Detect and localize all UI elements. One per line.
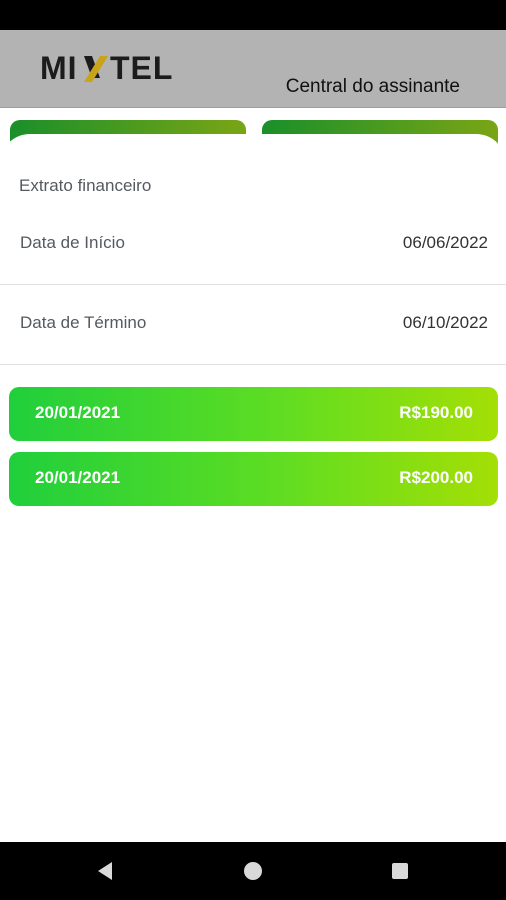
start-date-label: Data de Início [20,233,125,252]
status-bar [0,0,506,30]
svg-text:MI: MI [40,50,78,86]
transaction-card[interactable]: 20/01/2021 R$190.00 [9,387,498,441]
system-nav-bar [0,842,506,900]
home-circle-icon[interactable] [241,859,265,883]
transaction-card[interactable]: 20/01/2021 R$200.00 [9,452,498,506]
mixtel-logo: MI TEL [40,48,182,88]
sheet-title: Extrato financeiro [19,176,152,195]
recents-square-icon[interactable] [388,859,412,883]
end-date-label: Data de Término [20,313,147,332]
end-date-field[interactable]: Data de Término 06/10/2022 [0,285,506,365]
mixtel-logo-mark: MI TEL [40,50,173,86]
back-triangle-icon[interactable] [94,859,118,883]
transaction-amount: R$200.00 [399,468,473,487]
header-title: Central do assinante [285,76,460,97]
financial-statement-sheet: Extrato financeiro Data de Início 06/06/… [0,134,506,842]
start-date-value[interactable]: 06/06/2022 [403,233,488,253]
end-date-value[interactable]: 06/10/2022 [403,313,488,333]
transaction-date: 20/01/2021 [35,403,121,422]
start-date-field[interactable]: Data de Início 06/06/2022 [0,205,506,285]
transaction-date: 20/01/2021 [35,468,121,487]
svg-text:TEL: TEL [110,50,173,86]
app-header: MI TEL Central do assinante [0,30,506,108]
transaction-amount: R$190.00 [399,403,473,422]
